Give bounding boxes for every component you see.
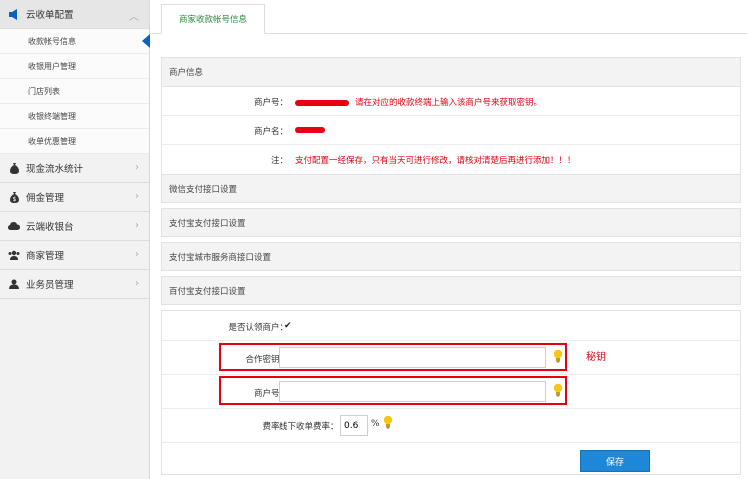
sidebar-item-label: 收银用户管理	[28, 61, 76, 71]
sidebar-item-receiving-account[interactable]: 收款帐号信息	[0, 29, 150, 54]
sidebar-item-discount-management[interactable]: 收单优惠管理	[0, 129, 149, 154]
default-merchant-checkbox[interactable]: ✔	[284, 321, 294, 331]
sidebar-item-label: 门店列表	[28, 86, 60, 96]
cloud-icon	[8, 220, 20, 232]
merchant-no-row: 商户号： 请在对应的收款终端上输入该商户号来获取密钥。	[162, 87, 740, 116]
user-icon	[8, 278, 20, 290]
section-alipay-city-service[interactable]: 支付宝城市服务商接口设置	[161, 242, 741, 271]
merchant-info-title: 商户信息	[162, 58, 740, 87]
section-wechat-pay[interactable]: 微信支付接口设置	[161, 174, 741, 203]
redacted-merchant-name	[295, 126, 325, 133]
annotation-secret-key: 秘钥	[586, 352, 606, 363]
merchant-info-panel: 商户信息 商户号： 请在对应的收款终端上输入该商户号来获取密钥。 商户名： 注：…	[161, 57, 741, 175]
sidebar-group-cash-flow[interactable]: 现金流水统计 ›	[0, 154, 149, 183]
merchant-no-hint: 请在对应的收款终端上输入该商户号来获取密钥。	[355, 98, 543, 108]
highlight-merchant-no	[219, 376, 567, 405]
highlight-cooperation-key	[219, 343, 567, 371]
sidebar-group-label: 商家管理	[26, 251, 65, 262]
merchant-name-row: 商户名：	[162, 116, 740, 145]
note-text: 支付配置一经保存，只有当天可进行修改，请核对清楚后再进行添加！！！	[295, 156, 576, 166]
rate-row: 费率： 线下收单费率： %	[162, 409, 740, 443]
tab-merchant-account-info[interactable]: 商家收款帐号信息	[161, 4, 265, 34]
tab-bar: 商家收款帐号信息	[150, 0, 747, 34]
sidebar-group-label: 现金流水统计	[26, 164, 84, 175]
sidebar-item-terminal-management[interactable]: 收银终端管理	[0, 104, 149, 129]
sidebar-group-label: 佣金管理	[26, 193, 65, 204]
default-merchant-label: 是否认领商户：	[228, 323, 288, 333]
sidebar-item-label: 收银终端管理	[28, 111, 76, 121]
sidebar-group-merchant-management[interactable]: 商家管理 ›	[0, 241, 149, 270]
money-bag-icon	[8, 162, 20, 174]
users-icon	[8, 249, 20, 261]
sidebar-item-store-list[interactable]: 门店列表	[0, 79, 149, 104]
chevron-right-icon[interactable]: ›	[135, 249, 139, 260]
megaphone-icon	[8, 8, 20, 20]
sidebar-group-label: 云端收银台	[26, 222, 74, 233]
merchant-no-label: 商户号：	[253, 98, 288, 108]
svg-text:$: $	[12, 196, 16, 203]
main-content: 商家收款帐号信息 商户信息 商户号： 请在对应的收款终端上输入该商户号来获取密钥…	[150, 0, 747, 479]
sidebar-item-cashier-users[interactable]: 收银用户管理	[0, 54, 149, 79]
chevron-right-icon[interactable]: ›	[135, 220, 139, 231]
coin-bag-icon: $	[8, 191, 20, 203]
rate-unit: %	[371, 419, 380, 429]
offline-rate-label: 线下收单费率：	[279, 422, 339, 432]
sidebar-group-salesman-management[interactable]: 业务员管理 ›	[0, 270, 149, 299]
sidebar: 云收单配置 ︿ 收款帐号信息 收银用户管理 门店列表 收银终端管理 收单优惠管理…	[0, 0, 150, 479]
sidebar-group-label: 云收单配置	[26, 10, 74, 21]
sidebar-item-label: 收单优惠管理	[28, 136, 76, 146]
save-button[interactable]: 保存	[580, 450, 650, 472]
chevron-up-icon[interactable]: ︿	[129, 8, 139, 23]
section-baifubao[interactable]: 百付宝支付接口设置	[161, 276, 741, 305]
sidebar-item-label: 收款帐号信息	[28, 36, 76, 46]
merchant-name-value	[295, 125, 331, 135]
note-label: 注：	[270, 156, 288, 166]
lightbulb-icon	[383, 415, 393, 429]
chevron-right-icon[interactable]: ›	[135, 191, 139, 202]
merchant-name-label: 商户名：	[253, 127, 288, 137]
chevron-right-icon[interactable]: ›	[135, 162, 139, 173]
sidebar-group-label: 业务员管理	[26, 280, 74, 291]
merchant-no-value: 请在对应的收款终端上输入该商户号来获取密钥。	[295, 96, 542, 108]
sidebar-group-cloud-acquiring[interactable]: 云收单配置 ︿	[0, 0, 149, 29]
offline-rate-input[interactable]	[340, 415, 368, 436]
redacted-merchant-no	[295, 99, 349, 106]
sidebar-group-commission[interactable]: $ 佣金管理 ›	[0, 183, 149, 212]
chevron-right-icon[interactable]: ›	[135, 278, 139, 289]
section-alipay[interactable]: 支付宝支付接口设置	[161, 208, 741, 237]
sidebar-group-cloud-cashier[interactable]: 云端收银台 ›	[0, 212, 149, 241]
default-merchant-row: 是否认领商户： ✔	[162, 311, 740, 341]
note-row: 注： 支付配置一经保存，只有当天可进行修改，请核对清楚后再进行添加！！！	[162, 145, 740, 174]
